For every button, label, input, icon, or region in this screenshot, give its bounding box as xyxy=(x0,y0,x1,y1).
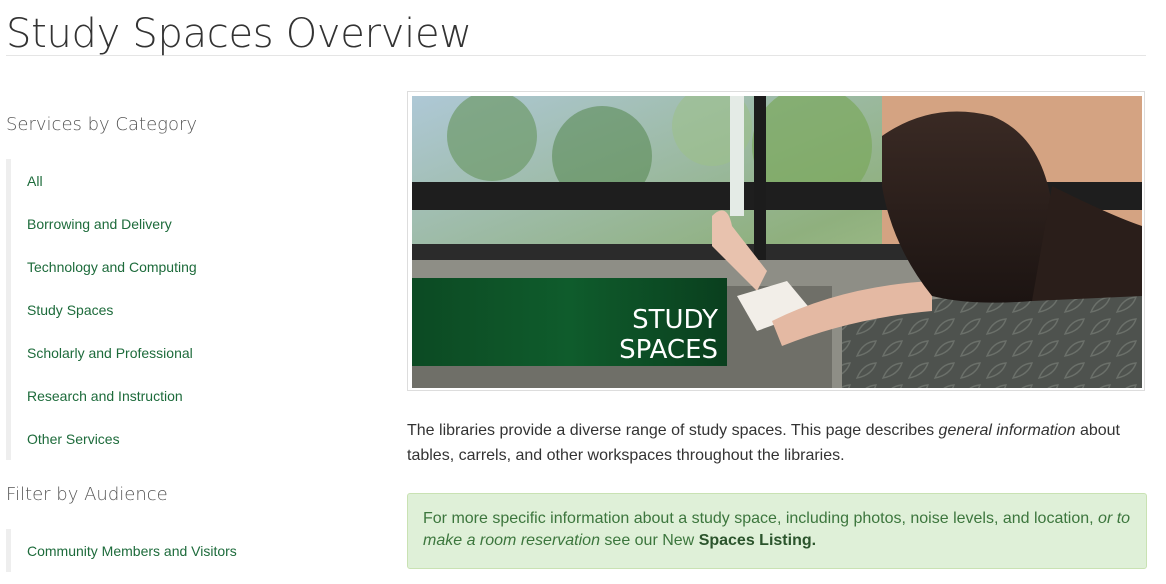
sidebar-item-borrowing: Borrowing and Delivery xyxy=(6,202,366,245)
category-heading: Services by Category xyxy=(6,114,198,135)
sidebar-item-community: Community Members and Visitors xyxy=(6,529,366,572)
sidebar-item-other: Other Services xyxy=(6,417,366,460)
intro-paragraph: The libraries provide a diverse range of… xyxy=(407,418,1147,468)
intro-text-before: The libraries provide a diverse range of… xyxy=(407,422,939,439)
hero-image: STUDY SPACES xyxy=(412,96,1142,388)
sidebar-item-technology: Technology and Computing xyxy=(6,245,366,288)
sidebar-item-scholarly: Scholarly and Professional xyxy=(6,331,366,374)
callout-text-before: For more specific information about a st… xyxy=(423,510,1099,527)
category-link-all[interactable]: All xyxy=(27,173,43,189)
sidebar-item-all: All xyxy=(6,159,366,202)
audience-list: Community Members and Visitors xyxy=(6,529,366,572)
callout-text-middle: see our New xyxy=(599,532,699,549)
audience-link-community[interactable]: Community Members and Visitors xyxy=(27,543,237,559)
category-list: All Borrowing and Delivery Technology an… xyxy=(6,159,366,460)
info-callout: For more specific information about a st… xyxy=(407,493,1147,569)
category-link-study-spaces[interactable]: Study Spaces xyxy=(27,302,113,318)
category-link-scholarly[interactable]: Scholarly and Professional xyxy=(27,345,193,361)
hero-overlay-line2: SPACES xyxy=(619,335,718,365)
category-link-research[interactable]: Research and Instruction xyxy=(27,388,183,404)
category-link-borrowing[interactable]: Borrowing and Delivery xyxy=(27,216,172,232)
page-title: Study Spaces Overview xyxy=(6,10,1146,57)
hero-overlay-line1: STUDY xyxy=(632,305,718,335)
category-link-other[interactable]: Other Services xyxy=(27,431,120,447)
intro-emphasis: general information xyxy=(938,422,1076,439)
audience-heading: Filter by Audience xyxy=(6,484,168,505)
sidebar-item-research: Research and Instruction xyxy=(6,374,366,417)
spaces-listing-link[interactable]: Spaces Listing. xyxy=(699,532,816,549)
hero-image-frame: STUDY SPACES xyxy=(407,91,1145,391)
category-link-technology[interactable]: Technology and Computing xyxy=(27,259,197,275)
sidebar-item-study-spaces: Study Spaces xyxy=(6,288,366,331)
